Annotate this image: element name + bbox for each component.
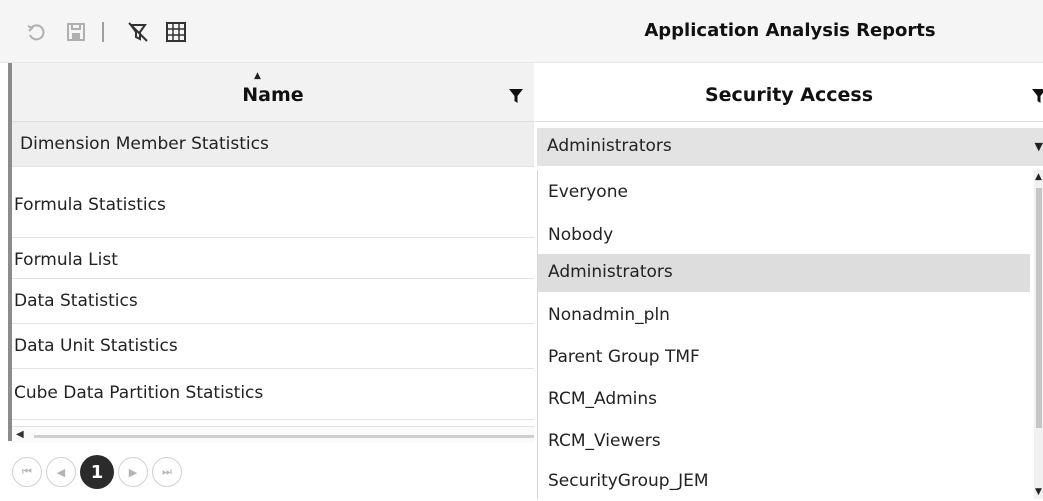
first-page-button[interactable]: ⏮ — [12, 457, 42, 487]
last-page-button[interactable]: ⏭ — [152, 457, 182, 487]
dropdown-option[interactable]: Everyone — [538, 174, 1030, 212]
toolbar-separator — [102, 22, 104, 42]
table-row[interactable]: Formula Statistics — [12, 167, 534, 238]
save-icon[interactable] — [62, 18, 90, 46]
security-access-select[interactable]: Administrators ▼ — [537, 128, 1043, 166]
prev-page-button[interactable]: ◀ — [46, 457, 76, 487]
table-row[interactable]: Cube Data Partition Statistics — [12, 369, 534, 420]
dropdown-option[interactable]: Parent Group TMF — [538, 339, 1030, 377]
option-label: RCM_Admins — [548, 389, 658, 409]
column-header-name[interactable]: ▲ Name — [12, 63, 534, 122]
pager: ⏮ ◀ 1 ▶ ⏭ — [12, 452, 182, 492]
grid-settings-icon[interactable] — [162, 18, 190, 46]
table-row[interactable]: Formula List — [12, 238, 534, 279]
option-label: RCM_Viewers — [548, 431, 661, 451]
cell-name: Data Unit Statistics — [14, 336, 178, 356]
column-header-security-access[interactable]: Security Access — [535, 63, 1043, 122]
cell-name: Dimension Member Statistics — [20, 134, 269, 154]
option-label: Nobody — [548, 225, 614, 245]
table-row[interactable]: Dimension Member Statistics — [12, 122, 534, 167]
page-number-button[interactable]: 1 — [80, 455, 114, 489]
vertical-scrollbar[interactable]: ▲ ▼ — [1034, 170, 1043, 499]
dropdown-option[interactable]: SecurityGroup_JEM — [538, 463, 1030, 501]
table-row[interactable]: Data Unit Statistics — [12, 324, 534, 369]
scrollbar-thumb[interactable] — [1036, 188, 1042, 428]
sort-ascending-icon: ▲ — [254, 71, 261, 81]
filter-icon[interactable] — [1031, 87, 1043, 109]
option-label: Nonadmin_pln — [548, 305, 670, 325]
horizontal-scrollbar[interactable]: ◀ — [12, 426, 534, 443]
clear-filter-icon[interactable] — [124, 18, 152, 46]
option-label: Everyone — [548, 182, 628, 202]
dropdown-option[interactable]: RCM_Viewers — [538, 423, 1030, 461]
dropdown-option[interactable]: RCM_Admins — [538, 381, 1030, 419]
page-title: Application Analysis Reports — [644, 20, 936, 41]
cell-name: Cube Data Partition Statistics — [14, 383, 264, 403]
scroll-up-icon[interactable]: ▲ — [1035, 172, 1042, 182]
column-header-label: Security Access — [704, 84, 874, 106]
cell-name: Data Statistics — [14, 291, 138, 311]
option-label: Administrators — [548, 262, 673, 282]
column-header-label: Name — [242, 84, 304, 106]
chevron-down-icon[interactable]: ▼ — [1035, 140, 1043, 153]
option-label: SecurityGroup_JEM — [548, 471, 709, 491]
cell-name: Formula List — [14, 250, 118, 270]
scrollbar-thumb[interactable] — [34, 435, 534, 438]
dropdown-option[interactable]: Nobody — [538, 217, 1030, 255]
security-access-dropdown: Everyone Nobody Administrators Nonadmin_… — [537, 170, 1043, 499]
option-label: Parent Group TMF — [548, 347, 700, 367]
dropdown-option[interactable]: Nonadmin_pln — [538, 297, 1030, 335]
toolbar: Application Analysis Reports — [0, 0, 1043, 63]
scroll-left-icon[interactable]: ◀ — [16, 429, 24, 440]
filter-icon[interactable] — [508, 87, 524, 109]
cell-name: Formula Statistics — [14, 195, 166, 215]
scroll-down-icon[interactable]: ▼ — [1035, 487, 1042, 497]
undo-icon[interactable] — [22, 18, 50, 46]
dropdown-option[interactable]: Administrators — [538, 254, 1030, 292]
select-value: Administrators — [547, 136, 672, 156]
table-row[interactable]: Data Statistics — [12, 279, 534, 324]
next-page-button[interactable]: ▶ — [118, 457, 148, 487]
